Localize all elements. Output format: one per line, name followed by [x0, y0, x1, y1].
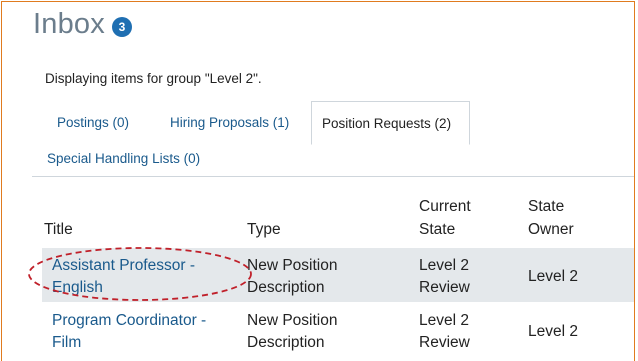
tab-hiring-proposals[interactable]: Hiring Proposals (1)	[170, 115, 289, 130]
row1-type-line1: New Position	[247, 257, 338, 274]
row2-type-line1: New Position	[247, 312, 338, 329]
header-current-state-line1[interactable]: Current	[419, 196, 471, 217]
row1-state-line1: Level 2	[419, 257, 469, 274]
group-description: Displaying items for group "Level 2".	[45, 71, 262, 86]
tab-position-requests[interactable]: Position Requests (2)	[311, 101, 470, 145]
row1-type-line2: Description	[247, 279, 325, 296]
row2-state-line2: Review	[419, 334, 470, 351]
row2-title-line1[interactable]: Program Coordinator -	[52, 310, 206, 331]
row2-owner: Level 2	[528, 323, 578, 340]
header-current-state-line2[interactable]: State	[419, 219, 455, 240]
header-state-owner-line2[interactable]: Owner	[528, 219, 574, 240]
header-title[interactable]: Title	[44, 219, 73, 240]
row1-state-line2: Review	[419, 279, 470, 296]
row1-owner: Level 2	[528, 268, 578, 285]
tab-postings[interactable]: Postings (0)	[57, 115, 129, 130]
row2-title-line2[interactable]: Film	[52, 332, 81, 353]
header-type[interactable]: Type	[247, 219, 281, 240]
row2-state-line1: Level 2	[419, 312, 469, 329]
inbox-title: Inbox	[33, 8, 105, 40]
header-state-owner-line1[interactable]: State	[528, 196, 564, 217]
row2-type-line2: Description	[247, 334, 325, 351]
inbox-count-badge: 3	[111, 16, 132, 37]
tabs-divider	[32, 176, 634, 177]
tab-special-handling-lists[interactable]: Special Handling Lists (0)	[47, 151, 200, 166]
inbox-header: Inbox 3	[33, 8, 132, 41]
highlight-ellipse-annotation	[28, 247, 252, 301]
